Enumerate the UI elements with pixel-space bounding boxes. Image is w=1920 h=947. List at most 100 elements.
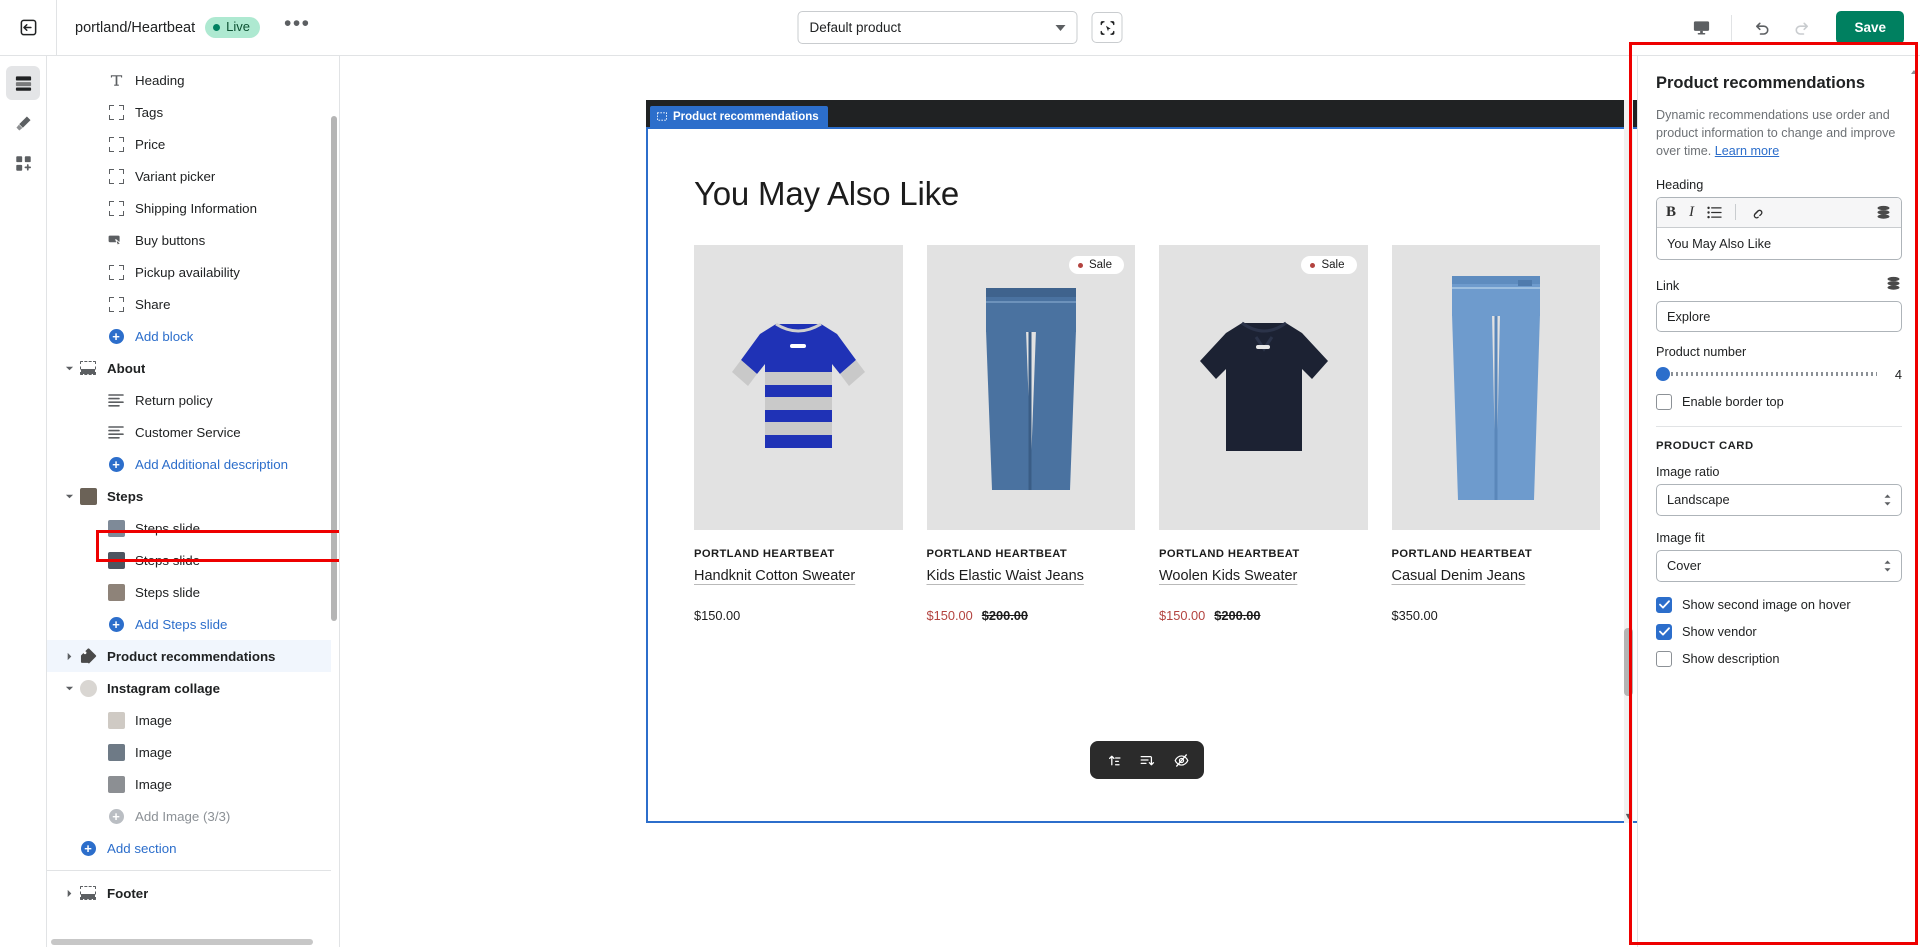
- product-vendor: PORTLAND HEARTBEAT: [694, 548, 835, 560]
- product-image[interactable]: Sale: [1159, 245, 1368, 530]
- product-image[interactable]: [1391, 245, 1600, 530]
- sidebar-item-price[interactable]: Price: [47, 128, 331, 160]
- image-fit-select[interactable]: Cover: [1656, 549, 1902, 582]
- sidebar-item-share[interactable]: Share: [47, 288, 331, 320]
- product-title-link[interactable]: Kids Elastic Waist Jeans: [927, 568, 1084, 584]
- sidebar-item-image[interactable]: Image: [47, 704, 331, 736]
- canvas-scroll-down-arrow[interactable]: ▼: [1622, 809, 1635, 822]
- product-image[interactable]: [694, 245, 903, 530]
- product-title-link[interactable]: Woolen Kids Sweater: [1159, 568, 1297, 584]
- show-vendor-checkbox[interactable]: Show vendor: [1656, 623, 1902, 640]
- product-card[interactable]: PORTLAND HEARTBEAT Handknit Cotton Sweate…: [694, 245, 903, 623]
- link-dynamic-source-icon[interactable]: [1885, 276, 1902, 296]
- bold-icon[interactable]: B: [1666, 204, 1676, 221]
- move-down-button[interactable]: [1132, 745, 1162, 775]
- sidebar-item-footer[interactable]: Footer: [47, 877, 331, 909]
- sidebar-item-buy-buttons[interactable]: Buy buttons: [47, 224, 331, 256]
- editor-body: Heading Tags Price Variant picker Shipping I…: [0, 56, 1920, 947]
- sidebar-item-instagram-collage[interactable]: Instagram collage: [47, 672, 331, 704]
- plus-circle-icon: +: [108, 616, 124, 632]
- sidebar-item-label: Add Image (3/3): [135, 808, 231, 824]
- more-options-button[interactable]: •••: [284, 13, 311, 37]
- checkbox-box: [1656, 650, 1672, 667]
- preview-device-button[interactable]: [1681, 8, 1721, 48]
- product-card[interactable]: PORTLAND HEARTBEAT Casual Denim Jeans $350…: [1391, 245, 1600, 623]
- block-brackets-icon: [105, 104, 127, 120]
- redo-button[interactable]: [1782, 8, 1822, 48]
- sidebar-item-heading[interactable]: Heading: [47, 64, 331, 96]
- sidebar-item-add-section[interactable]: + Add section: [47, 832, 331, 864]
- product-selector[interactable]: Default product: [797, 11, 1078, 44]
- sidebar-item-steps-slide[interactable]: Steps slide: [47, 512, 331, 544]
- rail-apps-button[interactable]: [6, 146, 40, 180]
- sidebar-item-product-recommendations[interactable]: Product recommendations: [47, 640, 331, 672]
- panel-scroll-up-arrow[interactable]: [1910, 64, 1918, 76]
- sidebar-horizontal-scrollbar[interactable]: [51, 939, 313, 945]
- enable-border-top-label: Enable border top: [1682, 394, 1784, 410]
- sidebar-item-image[interactable]: Image: [47, 736, 331, 768]
- sidebar-item-tags[interactable]: Tags: [47, 96, 331, 128]
- sidebar-item-steps-slide[interactable]: Steps slide: [47, 576, 331, 608]
- sidebar-item-add-image-3-3[interactable]: + Add Image (3/3): [47, 800, 331, 832]
- sidebar-item-pickup-availability[interactable]: Pickup availability: [47, 256, 331, 288]
- undo-button[interactable]: [1742, 8, 1782, 48]
- section-tree-list[interactable]: Heading Tags Price Variant picker Shipping I…: [47, 56, 331, 947]
- rail-sections-button[interactable]: [6, 66, 40, 100]
- sidebar-item-label: Shipping Information: [135, 200, 257, 216]
- section-label-tag[interactable]: Product recommendations: [650, 106, 828, 127]
- move-up-button[interactable]: [1098, 745, 1128, 775]
- product-title-link[interactable]: Handknit Cotton Sweater: [694, 568, 855, 584]
- image-thumbnail-icon: [107, 519, 125, 537]
- product-card[interactable]: Sale PORTLAND HEARTBEAT Woolen Kids Sweate…: [1159, 245, 1368, 623]
- canvas-scrollbar-thumb[interactable]: [1624, 628, 1633, 696]
- image-ratio-select[interactable]: Landscape: [1656, 483, 1902, 516]
- dynamic-source-icon[interactable]: [1875, 205, 1892, 220]
- save-button[interactable]: Save: [1836, 11, 1904, 44]
- sidebar-item-variant-picker[interactable]: Variant picker: [47, 160, 331, 192]
- learn-more-link[interactable]: Learn more: [1715, 144, 1779, 158]
- rail-theme-settings-button[interactable]: [6, 106, 40, 140]
- exit-icon: [20, 19, 36, 36]
- bullet-list-icon[interactable]: [1707, 206, 1722, 219]
- sidebar-item-image[interactable]: Image: [47, 768, 331, 800]
- sidebar-item-label: Return policy: [135, 392, 213, 408]
- heading-input-value[interactable]: You May Also Like: [1657, 228, 1901, 259]
- exit-editor-button[interactable]: [0, 0, 56, 56]
- link-icon[interactable]: [1749, 205, 1764, 220]
- product-number-slider[interactable]: [1656, 367, 1877, 382]
- sidebar-vertical-scrollbar[interactable]: [331, 116, 337, 621]
- sidebar-item-about[interactable]: About: [47, 352, 331, 384]
- product-price-row: $150.00: [694, 608, 903, 623]
- sidebar-item-label: Image: [135, 712, 172, 728]
- inspector-select-button[interactable]: [1091, 12, 1123, 43]
- sidebar-item-shipping-information[interactable]: Shipping Information: [47, 192, 331, 224]
- slider-knob[interactable]: [1656, 367, 1670, 382]
- product-card-checkbox-group: Show second image on hover Show vendor Sho…: [1656, 596, 1902, 667]
- enable-border-top-checkbox[interactable]: Enable border top: [1656, 393, 1902, 410]
- link-input[interactable]: [1656, 300, 1902, 332]
- show-description-checkbox[interactable]: Show description: [1656, 650, 1902, 667]
- move-section-up-icon: [1108, 755, 1121, 765]
- sidebar-item-steps[interactable]: Steps: [47, 480, 331, 512]
- product-image[interactable]: Sale: [926, 245, 1135, 530]
- canvas-vertical-scrollbar[interactable]: [1624, 100, 1633, 823]
- link-field-label: Link: [1656, 278, 1680, 293]
- product-title-link[interactable]: Casual Denim Jeans: [1392, 568, 1526, 584]
- chevron-down-icon: [1055, 24, 1066, 31]
- show-second-image-on-hover-checkbox[interactable]: Show second image on hover: [1656, 596, 1902, 613]
- product-price: $350.00: [1391, 608, 1438, 623]
- hide-section-button[interactable]: [1166, 745, 1196, 775]
- italic-icon[interactable]: I: [1689, 204, 1694, 221]
- chevron-down-icon: [61, 492, 77, 501]
- product-card[interactable]: Sale PORTLAND HEARTBEAT Kids Elastic Waist…: [926, 245, 1135, 623]
- image-thumb-icon: [105, 551, 127, 569]
- sidebar-item-steps-slide[interactable]: Steps slide: [47, 544, 331, 576]
- sidebar-item-add-block[interactable]: + Add block: [47, 320, 331, 352]
- sidebar-item-add-additional-description[interactable]: + Add Additional description: [47, 448, 331, 480]
- sidebar-item-add-steps-slide[interactable]: + Add Steps slide: [47, 608, 331, 640]
- sidebar-item-customer-service[interactable]: Customer Service: [47, 416, 331, 448]
- checkbox-box: [1656, 596, 1672, 613]
- block-brackets-icon: [105, 200, 127, 216]
- sale-badge-label: Sale: [1088, 259, 1112, 271]
- sidebar-item-return-policy[interactable]: Return policy: [47, 384, 331, 416]
